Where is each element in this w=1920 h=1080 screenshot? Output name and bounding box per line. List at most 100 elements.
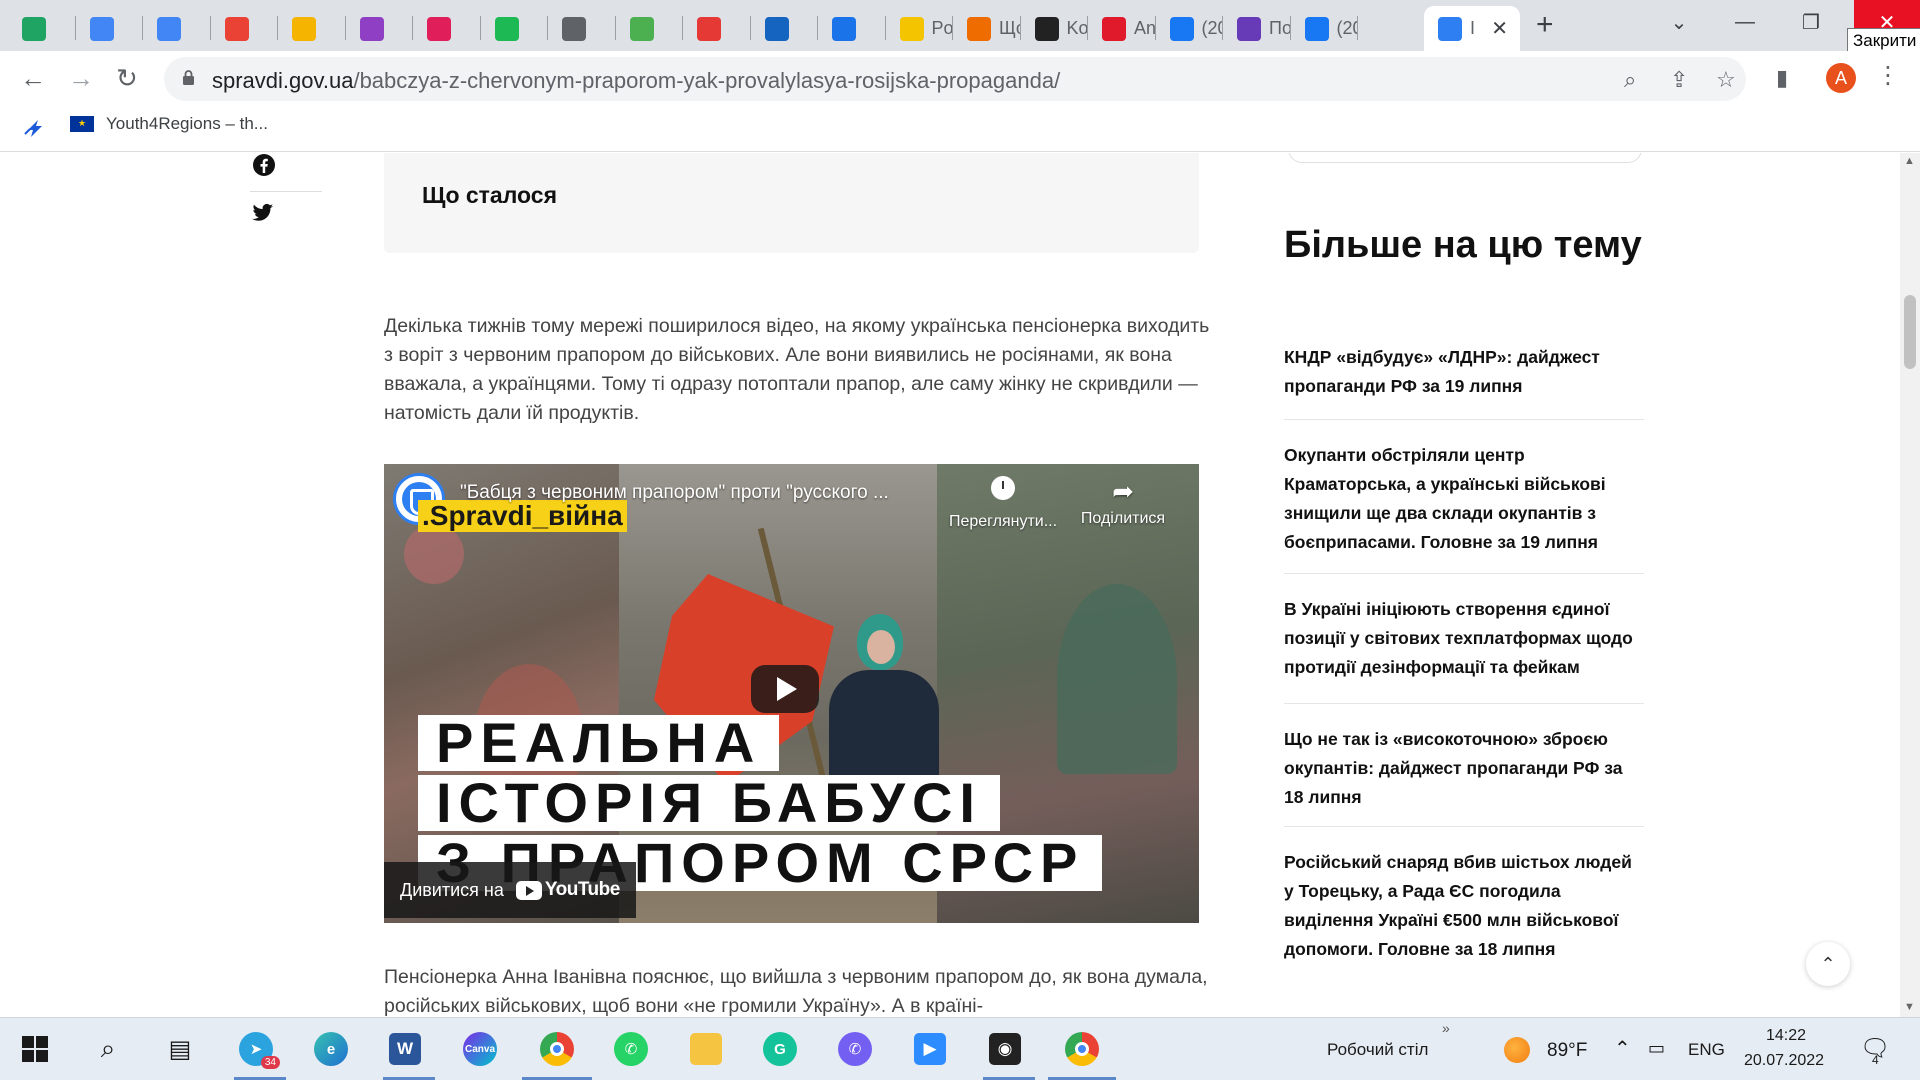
browser-tab[interactable] [278, 6, 346, 51]
canva-app[interactable]: Canva [458, 1027, 502, 1071]
browser-tab[interactable]: Що [953, 6, 1021, 51]
tab-title: And [1134, 18, 1156, 38]
menu-icon[interactable]: ⋮ [1876, 61, 1900, 90]
browser-tab[interactable] [616, 6, 683, 51]
gmail-icon [224, 16, 249, 41]
battery-icon[interactable]: ▭ [1648, 1038, 1665, 1059]
word-app[interactable]: W [383, 1027, 427, 1071]
watch-later-button[interactable]: Переглянути... [948, 476, 1058, 531]
browser-tab[interactable] [818, 6, 886, 51]
tray-expand-icon[interactable]: ⌃ [1614, 1036, 1631, 1061]
clock-time[interactable]: 14:22 [1766, 1027, 1806, 1045]
browser-tab[interactable] [346, 6, 413, 51]
toc-title[interactable]: Що сталося [422, 182, 557, 209]
zoom-app[interactable]: ▶ [908, 1027, 952, 1071]
chrome-app[interactable] [535, 1027, 579, 1071]
browser-tab[interactable] [683, 6, 751, 51]
browser-tab[interactable] [413, 6, 481, 51]
new-tab-button[interactable]: + [1536, 10, 1554, 40]
profile-avatar[interactable]: A [1826, 63, 1856, 93]
tab-search-icon[interactable]: ⌄ [1646, 0, 1712, 44]
browser-tab[interactable]: Kon [1021, 6, 1088, 51]
scroll-down-arrow[interactable]: ▼ [1904, 1001, 1915, 1013]
facebook-share-icon[interactable] [252, 153, 276, 183]
related-article-link[interactable]: Окупанти обстріляли центр Краматорська, … [1284, 441, 1644, 557]
browser-tab[interactable] [8, 6, 76, 51]
watch-on-youtube-button[interactable]: Дивитися на YouTube [384, 862, 636, 918]
close-tab-icon[interactable]: ✕ [1491, 16, 1508, 41]
globe-icon [562, 16, 586, 41]
scrollbar-thumb[interactable] [1904, 295, 1916, 369]
browser-tab[interactable]: And [1088, 6, 1156, 51]
browser-tab[interactable]: Post [886, 6, 953, 51]
browser-tab[interactable] [143, 6, 211, 51]
zoom-icon[interactable]: ⌕ [1624, 67, 1636, 93]
toc-box: Що сталося [384, 153, 1199, 253]
search-icon[interactable]: ⌕ [86, 1027, 130, 1071]
side-panel-icon[interactable]: ▮ [1776, 63, 1788, 93]
share-page-icon[interactable]: ⇪ [1670, 67, 1688, 93]
telegram-app[interactable]: ➤ 34 [234, 1027, 280, 1071]
browser-tab[interactable] [548, 6, 616, 51]
browser-tab[interactable] [211, 6, 278, 51]
clock-date[interactable]: 20.07.2022 [1744, 1052, 1824, 1070]
scroll-to-top-button[interactable]: ⌃ [1806, 942, 1850, 986]
screenshot-app[interactable]: ◉ [983, 1027, 1027, 1071]
browser-tab[interactable]: І ✕ [1424, 6, 1520, 51]
chrome-profile-app[interactable] [1060, 1027, 1104, 1071]
b-icon [1102, 16, 1126, 41]
restore-button[interactable]: ❐ [1778, 0, 1844, 44]
related-article-link[interactable]: Що не так із «високоточною» зброєю окупа… [1284, 725, 1644, 812]
start-button[interactable] [13, 1027, 57, 1071]
related-article-link[interactable]: В Україні ініціюють створення єдиної поз… [1284, 595, 1644, 682]
bookmark-logo-icon[interactable] [22, 116, 46, 140]
weather-sun-icon[interactable] [1504, 1037, 1530, 1063]
address-bar[interactable]: spravdi.gov.ua/babczya-z-chervonym-prapo… [164, 57, 1746, 101]
task-view-icon[interactable]: ▤ [158, 1027, 202, 1071]
language-indicator[interactable]: ENG [1688, 1040, 1725, 1060]
browser-tab[interactable] [481, 6, 548, 51]
whatsapp-icon: ✆ [614, 1032, 648, 1066]
forms-icon [1237, 16, 1261, 41]
eu-flag-icon [70, 116, 94, 132]
zoom-icon: ▶ [914, 1033, 946, 1065]
back-button[interactable]: ← [20, 63, 46, 93]
desktop-toolbar-label[interactable]: Робочий стіл [1327, 1040, 1428, 1060]
video-share-button[interactable]: ➦ Поділитися [1068, 476, 1178, 528]
twitter-share-icon[interactable] [252, 203, 274, 229]
site-icon [292, 16, 316, 41]
bookmark-star-icon[interactable]: ☆ [1716, 67, 1736, 93]
play-button[interactable] [751, 665, 819, 713]
spravdi-shield-icon [1438, 16, 1462, 41]
toolbar-chevron-icon[interactable]: » [1442, 1020, 1450, 1036]
forward-button[interactable]: → [68, 63, 94, 93]
browser-tab[interactable] [751, 6, 818, 51]
file-explorer-app[interactable] [684, 1027, 728, 1071]
browser-tab[interactable]: (20+ [1291, 6, 1358, 51]
minimize-button[interactable]: — [1712, 0, 1778, 44]
lock-icon[interactable] [182, 69, 195, 85]
scroll-up-arrow[interactable]: ▲ [1904, 155, 1915, 167]
whatsapp-app[interactable]: ✆ [609, 1027, 653, 1071]
bookmark-youth4regions[interactable]: Youth4Regions – th... [70, 114, 268, 134]
grammarly-app[interactable]: G [758, 1027, 802, 1071]
video-title[interactable]: "Бабця з червоним прапором" проти "русск… [460, 482, 960, 504]
infinity-icon [697, 16, 721, 41]
grammarly-icon: G [763, 1032, 797, 1066]
related-article-link[interactable]: Російський снаряд вбив шістьох людей у Т… [1284, 848, 1644, 964]
url-text[interactable]: spravdi.gov.ua/babczya-z-chervonym-prapo… [212, 68, 1060, 94]
reload-button[interactable]: ↻ [116, 63, 138, 93]
weather-temperature[interactable]: 89°F [1547, 1040, 1587, 1062]
browser-tab[interactable]: Пов [1223, 6, 1291, 51]
edge-app[interactable]: e [309, 1027, 353, 1071]
youtube-video-player[interactable]: .Spravdi_війна "Бабця з червоним прапоро… [384, 464, 1199, 923]
video-brand-label: .Spravdi_війна [418, 500, 627, 532]
notifications-count: 4 [1872, 1053, 1879, 1067]
related-article-link[interactable]: КНДР «відбудує» «ЛДНР»: дайджест пропага… [1284, 343, 1644, 401]
browser-tab[interactable] [76, 6, 143, 51]
viber-app[interactable]: ✆ [833, 1027, 877, 1071]
browser-tab[interactable]: (20+ [1156, 6, 1223, 51]
page-scrollbar[interactable]: ▲ ▼ [1900, 153, 1920, 1017]
edge-icon: e [314, 1032, 348, 1066]
sidebar-search-field[interactable] [1288, 153, 1642, 163]
